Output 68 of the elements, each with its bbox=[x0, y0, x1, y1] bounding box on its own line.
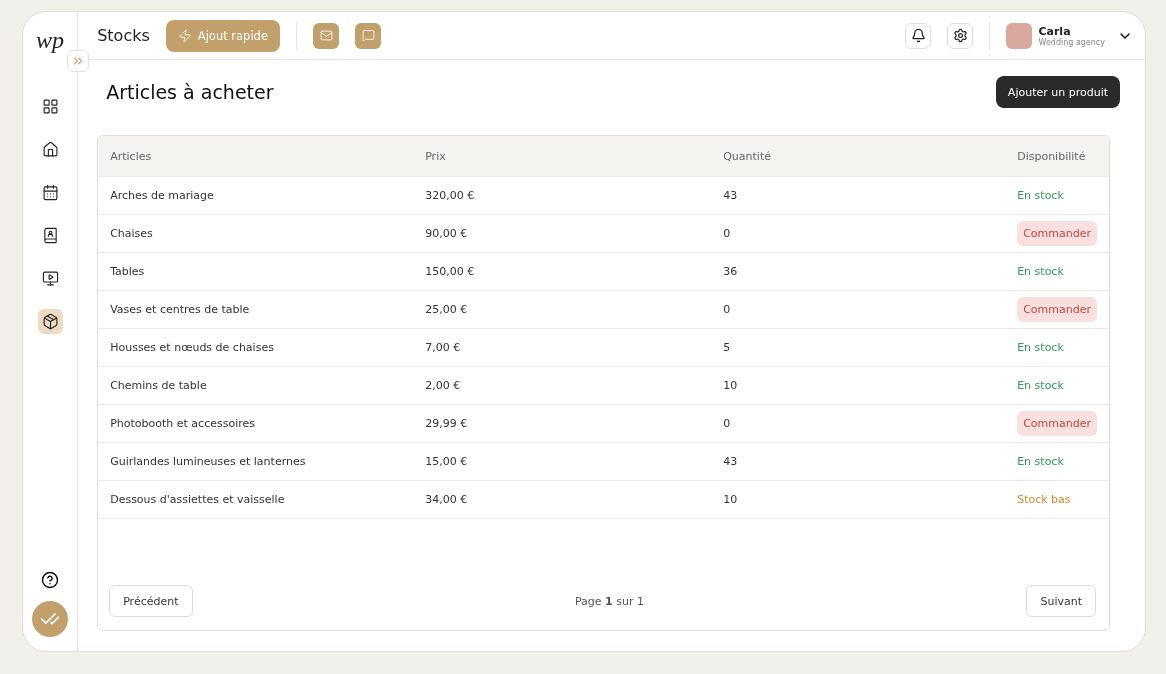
table-cell-text: 7,00 € bbox=[425, 341, 462, 354]
page-title: Articles à acheter bbox=[106, 81, 274, 103]
table-cell-text: Photobooth et accessoires bbox=[110, 417, 256, 430]
table-cell-text: 5 bbox=[723, 341, 732, 354]
table-cell-text: 320,00 € bbox=[425, 189, 476, 202]
settings-button[interactable] bbox=[947, 22, 974, 49]
home-icon bbox=[41, 141, 59, 158]
table-cell-text: 29,99 € bbox=[425, 417, 469, 430]
avatar-placeholder bbox=[1006, 22, 1033, 49]
quick-add-button[interactable]: Ajout rapide bbox=[165, 19, 280, 52]
table-cell-text: 34,00 € bbox=[425, 493, 469, 506]
sidebar-nav-button[interactable] bbox=[37, 309, 63, 334]
page-indicator: Page 1 sur 1 bbox=[574, 594, 644, 608]
user-name: Carla bbox=[1038, 24, 1072, 38]
column-header: Quantité bbox=[723, 149, 772, 163]
contact-book-icon bbox=[41, 227, 59, 244]
notifications-button[interactable] bbox=[905, 22, 932, 49]
table-cell-text: Dessous d'assiettes et vaisselle bbox=[110, 493, 286, 506]
table-cell-text: 43 bbox=[723, 189, 739, 202]
status-label: En stock bbox=[1017, 188, 1065, 204]
table-cell-text: 90,00 € bbox=[425, 227, 469, 240]
status-label[interactable]: Commander bbox=[1017, 411, 1097, 436]
table-cell-text: 2,00 € bbox=[425, 379, 462, 392]
table-cell-text: 0 bbox=[723, 417, 732, 430]
page-section-title: Stocks bbox=[97, 26, 150, 45]
table-cell-text: 43 bbox=[723, 455, 739, 468]
status-label[interactable]: Commander bbox=[1017, 221, 1097, 246]
table-cell-text: 36 bbox=[723, 265, 739, 278]
lightning-icon bbox=[177, 28, 192, 43]
table-cell-text: Vases et centres de table bbox=[110, 303, 251, 316]
status-label: En stock bbox=[1017, 378, 1065, 394]
table-cell-text: Arches de mariage bbox=[110, 189, 215, 202]
mail-icon bbox=[319, 29, 333, 42]
next-button[interactable]: Suivant bbox=[1026, 585, 1096, 617]
monitor-icon bbox=[41, 270, 59, 287]
status-label: En stock bbox=[1017, 454, 1065, 470]
table-cell-text: 0 bbox=[723, 227, 732, 240]
table-cell-text: Housses et nœuds de chaises bbox=[110, 341, 275, 354]
status-label[interactable]: Commander bbox=[1017, 297, 1097, 322]
calendar-icon bbox=[41, 184, 59, 201]
column-header: Disponibilité bbox=[1017, 149, 1087, 163]
table-cell-text: Tables bbox=[110, 265, 146, 278]
table-cell-text: 15,00 € bbox=[425, 455, 469, 468]
column-header: Articles bbox=[110, 149, 153, 163]
add-product-button[interactable]: Ajouter un produit bbox=[995, 76, 1120, 108]
table-cell-text: Guirlandes lumineuses et lanternes bbox=[110, 455, 307, 468]
user-role: Wedding agency bbox=[1038, 37, 1105, 47]
dashboard-grid-icon bbox=[41, 98, 59, 115]
check-badge-icon bbox=[32, 601, 69, 637]
package-icon bbox=[41, 313, 59, 330]
table-cell-text: 10 bbox=[723, 493, 739, 506]
table-cell-text: Chemins de table bbox=[110, 379, 208, 392]
previous-button[interactable]: Précédent bbox=[109, 585, 193, 617]
status-label: En stock bbox=[1017, 340, 1065, 356]
logo: wp bbox=[36, 25, 65, 55]
table-cell-text: Chaises bbox=[110, 227, 154, 240]
chevrons-right-icon bbox=[71, 54, 85, 68]
bell-icon bbox=[910, 28, 926, 43]
chat-icon bbox=[361, 29, 375, 42]
table-cell-text: 150,00 € bbox=[425, 265, 476, 278]
table-cell-text: 0 bbox=[723, 303, 732, 316]
help-icon[interactable] bbox=[41, 571, 60, 589]
column-header: Prix bbox=[425, 149, 447, 163]
table-cell-text: 10 bbox=[723, 379, 739, 392]
table-cell-text: 25,00 € bbox=[425, 303, 469, 316]
settings-icon bbox=[952, 28, 968, 43]
status-label: En stock bbox=[1017, 264, 1065, 280]
status-label: Stock bas bbox=[1017, 492, 1072, 508]
